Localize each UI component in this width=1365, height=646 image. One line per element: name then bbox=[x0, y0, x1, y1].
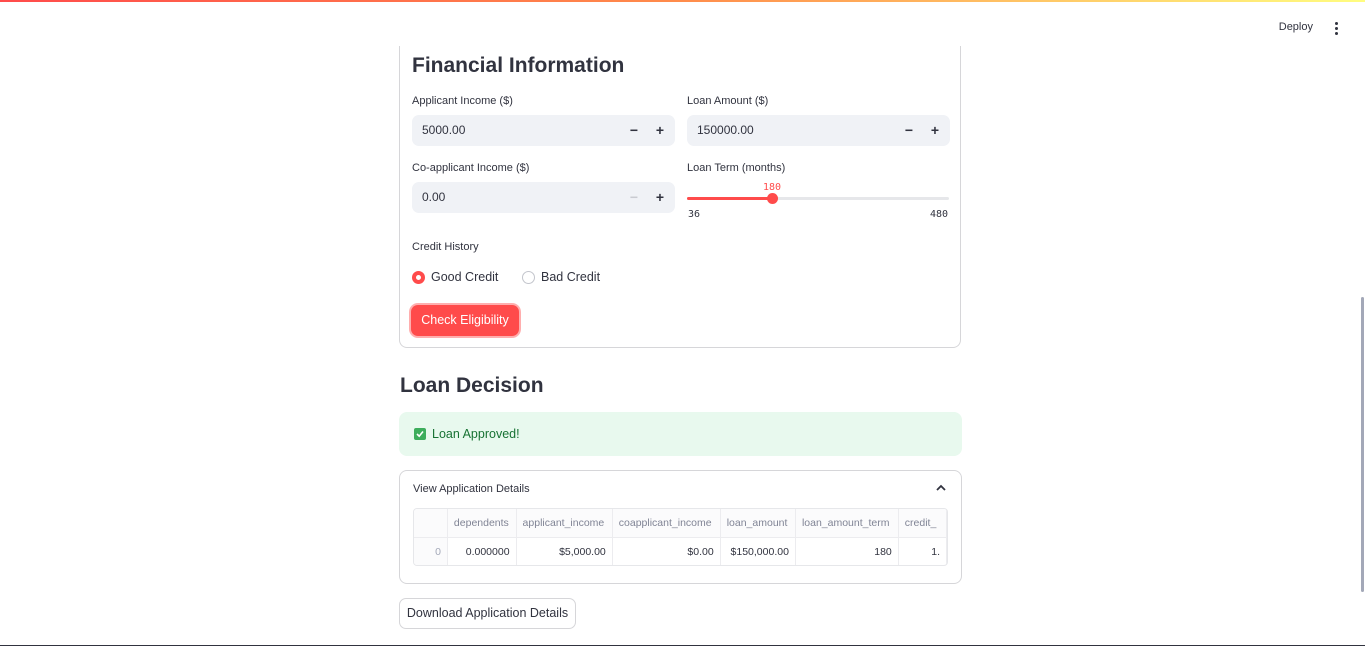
financial-title: Financial Information bbox=[412, 54, 625, 77]
column-header[interactable] bbox=[414, 509, 448, 538]
column-header[interactable]: credit_ bbox=[898, 509, 947, 538]
column-header[interactable]: coapplicant_income bbox=[612, 509, 721, 538]
table-cell[interactable]: $0.00 bbox=[612, 537, 721, 565]
applicant-income-label: Applicant Income ($) bbox=[412, 95, 513, 107]
increment-button[interactable]: + bbox=[922, 115, 948, 146]
chevron-up-icon[interactable] bbox=[935, 483, 947, 493]
column-header[interactable]: dependents bbox=[447, 509, 517, 538]
details-table: dependents applicant_income coapplicant_… bbox=[414, 509, 947, 565]
column-header[interactable]: applicant_income bbox=[516, 509, 613, 538]
column-header[interactable]: loan_amount bbox=[720, 509, 796, 538]
success-message: Loan Approved! bbox=[432, 427, 520, 441]
slider-fill bbox=[687, 197, 772, 200]
details-dataframe[interactable]: dependents applicant_income coapplicant_… bbox=[413, 508, 948, 566]
slider-thumb[interactable] bbox=[767, 193, 778, 204]
increment-button[interactable]: + bbox=[647, 182, 673, 213]
slider-value: 180 bbox=[762, 182, 782, 193]
radio-unselected-icon[interactable] bbox=[522, 271, 535, 284]
radio-label: Bad Credit bbox=[541, 270, 601, 284]
expander-header[interactable]: View Application Details bbox=[400, 471, 961, 507]
table-row: 0 0.000000 $5,000.00 $0.00 $150,000.00 1… bbox=[414, 537, 947, 565]
check-eligibility-button[interactable]: Check Eligibility bbox=[411, 305, 519, 336]
download-details-button[interactable]: Download Application Details bbox=[399, 598, 576, 629]
radio-label: Good Credit bbox=[431, 270, 499, 284]
column-header[interactable]: loan_amount_term bbox=[795, 509, 899, 538]
table-cell[interactable]: 1. bbox=[898, 537, 947, 565]
slider-min-label: 36 bbox=[688, 209, 701, 220]
radio-selected-icon[interactable] bbox=[412, 271, 425, 284]
app-header: Deploy bbox=[1065, 0, 1365, 46]
applicant-income-value[interactable]: 5000.00 bbox=[422, 123, 465, 137]
loan-amount-label: Loan Amount ($) bbox=[687, 95, 769, 107]
coapplicant-income-value[interactable]: 0.00 bbox=[422, 190, 445, 204]
table-cell[interactable]: 0.000000 bbox=[447, 537, 517, 565]
slider-max-label: 480 bbox=[930, 209, 949, 220]
table-cell[interactable]: $5,000.00 bbox=[516, 537, 613, 565]
coapplicant-income-input[interactable]: 0.00 − + bbox=[412, 182, 675, 213]
kebab-menu-icon[interactable] bbox=[1331, 21, 1341, 37]
loan-amount-input[interactable]: 150000.00 − + bbox=[687, 115, 950, 146]
table-cell[interactable]: $150,000.00 bbox=[720, 537, 796, 565]
coapplicant-income-label: Co-applicant Income ($) bbox=[412, 162, 530, 174]
loan-term-slider[interactable]: 180 bbox=[687, 182, 949, 204]
decrement-button[interactable]: − bbox=[896, 115, 922, 146]
applicant-income-input[interactable]: 5000.00 − + bbox=[412, 115, 675, 146]
radio-bad-credit[interactable]: Bad Credit bbox=[522, 269, 607, 287]
check-mark-icon bbox=[414, 428, 426, 440]
table-cell[interactable]: 180 bbox=[795, 537, 899, 565]
decrement-button[interactable]: − bbox=[621, 182, 647, 213]
deploy-button[interactable]: Deploy bbox=[1279, 21, 1313, 33]
radio-good-credit[interactable]: Good Credit bbox=[412, 269, 502, 287]
credit-history-label: Credit History bbox=[412, 241, 479, 253]
page-scrollbar[interactable] bbox=[1361, 297, 1364, 592]
row-index: 0 bbox=[414, 537, 448, 565]
success-alert: Loan Approved! bbox=[399, 412, 962, 456]
application-details-expander: View Application Details dependents appl… bbox=[399, 470, 962, 584]
decrement-button[interactable]: − bbox=[621, 115, 647, 146]
loan-decision-title: Loan Decision bbox=[400, 374, 544, 397]
expander-title: View Application Details bbox=[413, 483, 530, 495]
table-header-row: dependents applicant_income coapplicant_… bbox=[414, 509, 947, 538]
increment-button[interactable]: + bbox=[647, 115, 673, 146]
loan-term-label: Loan Term (months) bbox=[687, 162, 786, 174]
loan-amount-value[interactable]: 150000.00 bbox=[697, 123, 754, 137]
